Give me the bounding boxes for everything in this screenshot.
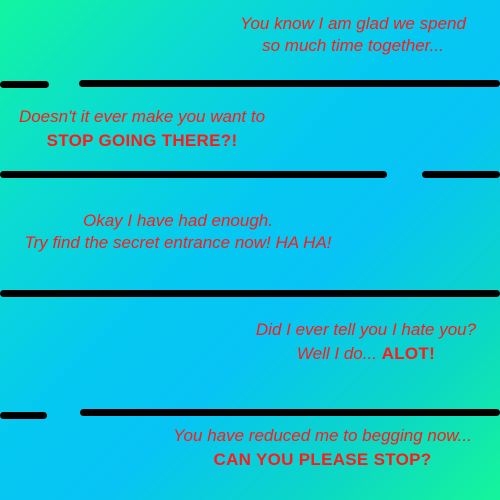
message-line: so much time together... xyxy=(262,36,444,55)
message-line: Try find the secret entrance now! HA HA! xyxy=(24,233,332,252)
message-shout: STOP GOING THERE?! xyxy=(46,131,238,150)
message-line: Well I do... ALOT! xyxy=(236,343,496,365)
message-shout: ALOT! xyxy=(381,344,436,363)
message-had-enough: Okay I have had enough. Try find the sec… xyxy=(0,210,356,254)
message-text: Well I do... xyxy=(296,344,382,363)
maze-wall xyxy=(0,290,500,297)
message-line: You know I am glad we spend xyxy=(240,14,466,33)
maze-wall xyxy=(0,81,49,88)
message-begging: You have reduced me to begging now... CA… xyxy=(150,425,495,471)
maze-wall xyxy=(0,412,47,419)
message-line: Did I ever tell you I hate you? xyxy=(255,320,477,339)
message-shout: CAN YOU PLEASE STOP? xyxy=(213,450,432,469)
maze-wall xyxy=(80,409,500,416)
maze-wall xyxy=(0,171,387,178)
maze-wall xyxy=(422,171,500,178)
message-make-you-want: Doesn't it ever make you want to STOP GO… xyxy=(0,106,284,152)
message-glad-we-spend: You know I am glad we spend so much time… xyxy=(222,13,484,57)
message-line: You have reduced me to begging now... xyxy=(173,426,472,445)
message-line: Doesn't it ever make you want to xyxy=(18,107,266,126)
message-hate-you: Did I ever tell you I hate you? Well I d… xyxy=(236,319,496,365)
message-line: Okay I have had enough. xyxy=(83,211,273,230)
maze-wall xyxy=(79,80,500,87)
